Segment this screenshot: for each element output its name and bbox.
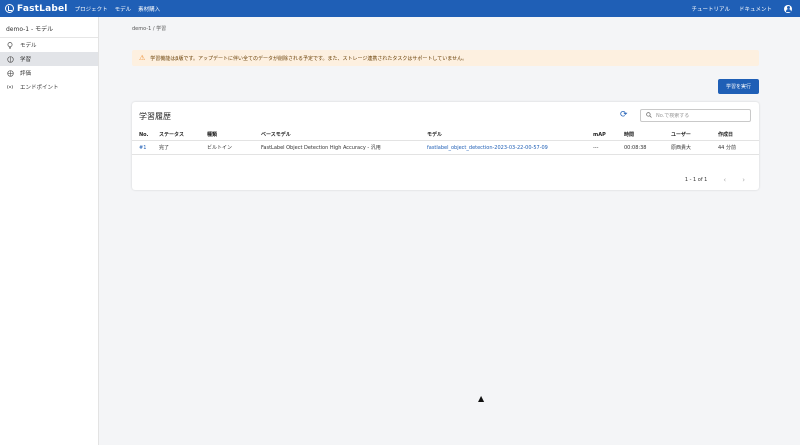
sidebar-title: demo-1 - モデル — [0, 17, 98, 38]
col-kind[interactable]: 種類 — [207, 129, 261, 141]
col-no[interactable]: No. — [132, 129, 159, 141]
row-time: 00:08:38 — [624, 140, 671, 155]
col-time[interactable]: 時間 — [624, 129, 671, 141]
logo-icon — [5, 4, 14, 13]
search-box — [640, 109, 751, 122]
row-model-link[interactable]: fastlabel_object_detection-2023-03-22-00… — [427, 140, 593, 155]
col-user[interactable]: ユーザー — [671, 129, 718, 141]
account-icon[interactable] — [784, 4, 792, 13]
pagination-range: 1 - 1 of 1 — [684, 177, 708, 183]
main-nav: プロジェクト モデル 素材購入 — [75, 5, 168, 13]
sidebar-item-training[interactable]: 学習 — [0, 52, 98, 66]
sidebar-item-label: モデル — [20, 43, 37, 49]
brain-icon — [6, 55, 14, 63]
bulb-icon — [6, 41, 14, 49]
alert-text: 学習機能はβ版です。アップデートに伴い全てのデータが削除される予定です。また、ス… — [150, 55, 468, 62]
row-user: 原西貴大 — [671, 140, 718, 155]
scale-icon — [6, 69, 14, 77]
panel-title: 学習履歴 — [139, 112, 171, 121]
pagination: 1 - 1 of 1 ‹ › — [685, 176, 745, 184]
sidebar-item-evaluation[interactable]: 評価 — [0, 66, 98, 80]
training-history-panel: 学習履歴 ⟳ No. ステータス 種類 ベースモデル モデル mAP 時間 — [132, 102, 759, 190]
sidebar-item-models[interactable]: モデル — [0, 38, 98, 52]
row-status: 完了 — [159, 140, 207, 155]
table-header-row: No. ステータス 種類 ベースモデル モデル mAP 時間 ユーザー 作成日 — [132, 129, 759, 141]
sidebar-item-label: エンドポイント — [20, 85, 59, 91]
main-content: demo-1 / 学習 ⚠ 学習機能はβ版です。アップデートに伴い全てのデータが… — [99, 17, 800, 445]
mouse-cursor-icon: ▲ — [478, 394, 485, 403]
nav-projects[interactable]: プロジェクト — [75, 5, 108, 13]
col-model[interactable]: モデル — [427, 129, 593, 141]
run-training-button[interactable]: 学習を実行 — [718, 79, 759, 94]
nav-models[interactable]: モデル — [115, 5, 132, 13]
search-icon — [646, 111, 652, 120]
row-kind: ビルトイン — [207, 140, 261, 155]
row-no-link[interactable]: #1 — [132, 140, 159, 155]
brand-name: FastLabel — [17, 3, 68, 14]
row-created: 44 分前 — [718, 140, 759, 155]
sidebar-item-label: 学習 — [20, 57, 32, 63]
next-page-icon[interactable]: › — [742, 176, 745, 184]
antenna-icon — [6, 84, 14, 90]
row-base-model: FastLabel Object Detection High Accuracy… — [261, 140, 427, 155]
training-table: No. ステータス 種類 ベースモデル モデル mAP 時間 ユーザー 作成日 … — [132, 129, 759, 155]
col-base-model[interactable]: ベースモデル — [261, 129, 427, 141]
docs-link[interactable]: ドキュメント — [739, 5, 772, 13]
row-map: --- — [593, 140, 624, 155]
tutorial-link[interactable]: チュートリアル — [692, 5, 730, 13]
header-actions: チュートリアル ドキュメント — [683, 4, 792, 13]
sidebar: demo-1 - モデル モデル 学習 評価 エンドポイント — [0, 17, 99, 445]
col-status[interactable]: ステータス — [159, 129, 207, 141]
col-created[interactable]: 作成日 — [718, 129, 759, 141]
warning-icon: ⚠ — [139, 54, 146, 62]
beta-alert: ⚠ 学習機能はβ版です。アップデートに伴い全てのデータが削除される予定です。また… — [132, 50, 759, 66]
brand-logo[interactable]: FastLabel — [5, 4, 68, 14]
sidebar-item-label: 評価 — [20, 71, 32, 77]
col-map[interactable]: mAP — [593, 129, 624, 141]
refresh-icon[interactable]: ⟳ — [620, 110, 628, 120]
table-row[interactable]: #1 完了 ビルトイン FastLabel Object Detection H… — [132, 140, 759, 155]
breadcrumb: demo-1 / 学習 — [132, 26, 167, 32]
top-bar: FastLabel プロジェクト モデル 素材購入 チュートリアル ドキュメント — [0, 0, 800, 17]
nav-materials[interactable]: 素材購入 — [138, 5, 160, 13]
prev-page-icon[interactable]: ‹ — [723, 176, 726, 184]
sidebar-item-endpoint[interactable]: エンドポイント — [0, 80, 98, 94]
search-input[interactable] — [656, 112, 746, 119]
